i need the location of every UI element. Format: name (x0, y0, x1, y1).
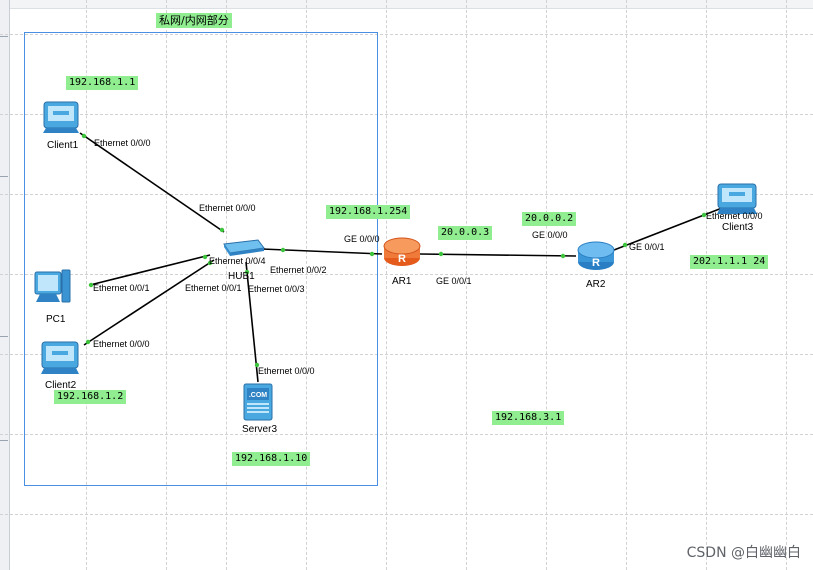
link-pc1-hub[interactable] (89, 254, 211, 286)
client3-label: Client3 (722, 222, 754, 233)
ar1-label: AR1 (392, 276, 412, 287)
client3-port-label: Ethernet 0/0/0 (706, 211, 763, 221)
link-endpoint (81, 133, 87, 139)
router-icon: R (577, 241, 615, 270)
hub-icon (223, 239, 265, 256)
link-endpoint (202, 254, 208, 260)
link-endpoint (280, 247, 286, 253)
ar2-device[interactable]: R (576, 238, 616, 272)
hub1-device[interactable] (218, 236, 266, 258)
link-endpoint (438, 251, 444, 257)
link-ar1-ar2[interactable] (419, 253, 577, 257)
pc1-label: PC1 (46, 314, 66, 325)
client-icon (43, 101, 79, 133)
link-endpoint (622, 242, 628, 248)
link-hub-ar1[interactable] (261, 248, 383, 255)
router-icon: R (383, 237, 421, 266)
client2-ip: 192.168.1.2 (54, 390, 127, 404)
client1-label: Client1 (47, 140, 79, 151)
pc-icon (34, 269, 71, 303)
client1-port-label: Ethernet 0/0/0 (94, 138, 151, 148)
ar2-wan-ip: 20.0.0.2 (522, 212, 577, 226)
client3-ip: 202.1.1.1 24 (690, 255, 769, 269)
server-badge: .COM (249, 392, 267, 399)
ar1-device[interactable]: R (382, 234, 422, 268)
server3-device[interactable]: .COM (242, 382, 274, 422)
hub1-label: HUB1 (228, 271, 255, 282)
pc1-port-label: Ethernet 0/0/1 (93, 283, 150, 293)
hub-port-pc1: Ethernet 0/0/1 (185, 283, 242, 293)
hub-port-client1: Ethernet 0/0/0 (199, 203, 256, 213)
ar1-port-ge001: GE 0/0/1 (436, 276, 472, 286)
server3-label: Server3 (242, 424, 278, 435)
client2-device[interactable] (40, 340, 80, 376)
hub-port-eth2: Ethernet 0/0/2 (270, 265, 327, 275)
server-icon: .COM (243, 383, 273, 421)
extra-ip-label: 192.168.3.1 (492, 411, 565, 425)
client2-port-label: Ethernet 0/0/0 (93, 339, 150, 349)
server3-ip: 192.168.1.10 (232, 452, 311, 466)
ar1-port-ge000: GE 0/0/0 (344, 234, 380, 244)
ar2-label: AR2 (586, 279, 606, 290)
hub-port-ar1: Ethernet 0/0/4 (209, 256, 266, 266)
topology-canvas[interactable]: 私网/内网部分 Client1 192.168.1.1 Ethernet 0/0… (0, 0, 813, 570)
link-endpoint (369, 251, 375, 257)
ar2-port-ge000: GE 0/0/0 (532, 230, 568, 240)
ar1-wan-ip: 20.0.0.3 (438, 226, 493, 240)
link-endpoint (219, 227, 225, 233)
client-icon (41, 341, 79, 374)
client1-ip: 192.168.1.1 (66, 76, 139, 90)
link-endpoint (560, 253, 566, 259)
ar2-port-ge001: GE 0/0/1 (629, 242, 665, 252)
router-badge: R (592, 257, 600, 269)
router-badge: R (398, 253, 406, 265)
hub-port-server3: Ethernet 0/0/3 (248, 284, 305, 294)
pc1-device[interactable] (32, 268, 72, 306)
client1-device[interactable] (42, 100, 80, 134)
watermark: CSDN @白幽幽白 (686, 545, 801, 561)
link-client2-hub[interactable] (83, 259, 215, 346)
ar1-lan-ip: 192.168.1.254 (326, 205, 411, 219)
link-endpoint (85, 339, 91, 345)
server3-port-label: Ethernet 0/0/0 (258, 366, 315, 376)
